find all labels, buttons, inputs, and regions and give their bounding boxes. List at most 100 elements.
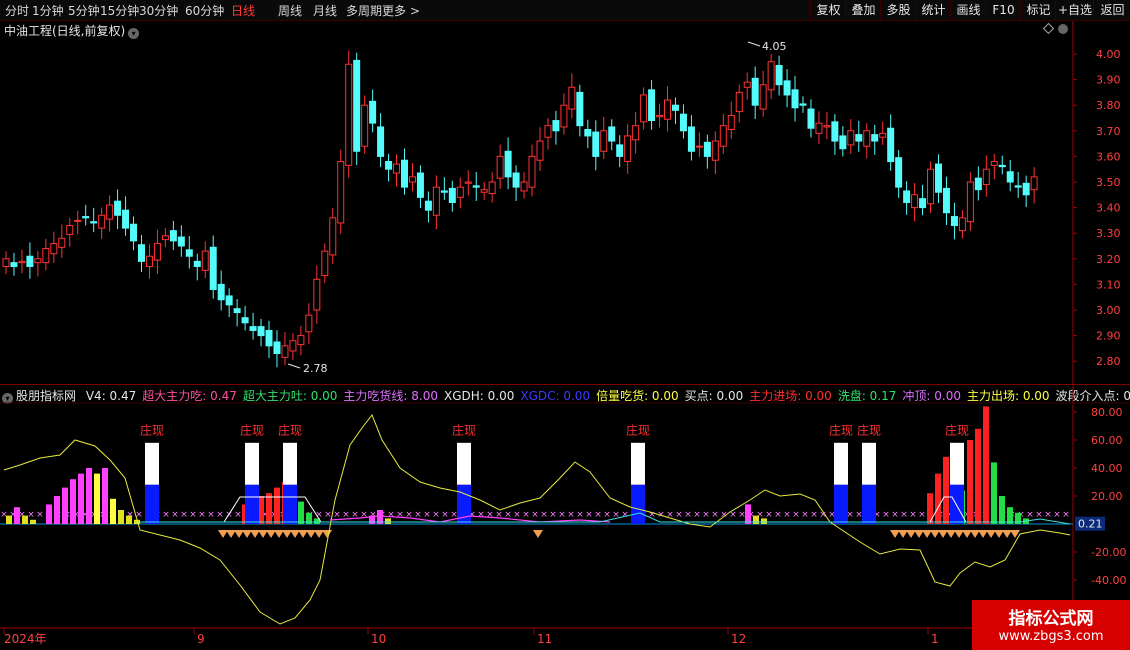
candle-body [942,187,950,214]
candle-body [416,172,424,198]
current-value-label: 0.21 [1078,518,1103,531]
dot-marker: × [234,510,242,520]
candle-body [161,235,169,241]
dot-marker: × [792,510,800,520]
indicator-bar [22,515,28,524]
dot-marker: × [675,510,683,520]
diamond-marker [922,530,932,538]
dot-marker: × [216,510,224,520]
dot-marker: × [540,510,548,520]
marker-white-bar [283,442,297,485]
candle-body [783,80,791,96]
dot-marker: × [333,510,341,520]
watermark-line2: www.zbgs3.com [998,629,1104,644]
candle-body [369,100,377,124]
dot-marker: × [198,510,206,520]
indicator-tick-label: 40.00 [1091,462,1123,475]
candle-body [313,278,321,311]
candle-body [600,130,608,152]
dot-marker: × [207,510,215,520]
price-tick-label: 3.10 [1096,278,1121,291]
candle-body [823,125,831,128]
candle-body [624,135,632,163]
candle-body [919,198,927,209]
candle-body [209,246,217,291]
candle-body [265,329,273,347]
dot-marker: × [918,510,926,520]
candle-body [1014,185,1022,188]
indicator-bar [274,487,280,524]
candle-body [130,223,138,242]
diamond-marker [234,530,244,538]
kline-chart[interactable]: 4.00 3.90 3.80 3.70 3.60 3.50 3.40 3.30 3.20 3.10… [0,0,1130,650]
diamond-marker [978,530,988,538]
candle-body [329,217,337,256]
price-tick-label: 3.80 [1096,99,1121,112]
price-tick-label: 3.20 [1096,253,1121,266]
date-label: 11 [537,632,552,646]
marker-white-bar [457,442,471,485]
candle-body [1030,176,1038,191]
dot-marker: × [774,510,782,520]
price-tick-label: 3.90 [1096,74,1121,87]
candle-body [632,125,640,141]
candle-body [18,260,26,264]
marker-blue-bar [631,484,645,524]
candle-body [10,262,18,267]
candle-body [448,187,456,203]
dot-marker: × [531,510,539,520]
candle-body [775,65,783,86]
low-pointer [287,363,301,369]
candle-body [927,168,935,205]
marker-blue-bar [283,484,297,524]
diamond-marker [946,530,956,538]
dot-marker: × [855,510,863,520]
candle-body [903,190,911,203]
candle-body [584,129,592,137]
indicator-bar [991,462,997,524]
candle-body [74,219,82,222]
indicator-bar [6,515,12,524]
marker-label: 庄现 [945,422,969,437]
candle-body [855,134,863,142]
dot-marker: × [1053,510,1061,520]
diamond-marker [533,530,543,538]
marker-white-bar [145,442,159,485]
candle-body [217,283,225,301]
candle-body [998,164,1006,168]
candle-body [114,200,122,216]
diamond-marker [890,530,900,538]
dot-marker: × [423,510,431,520]
dot-marker: × [585,510,593,520]
candle-body [751,77,759,106]
indicator-bar [54,496,60,524]
candle-body [98,214,106,229]
candle-body [201,250,209,271]
candle-body [743,81,751,88]
candle-body [241,317,249,324]
dot-marker: × [684,510,692,520]
indicator-bar [943,456,949,524]
low-label: 2.78 [303,362,328,375]
indicator-bar [14,507,20,524]
indicator-bar [761,518,767,524]
candle-body [1006,171,1014,183]
indicator-bar [30,519,36,524]
date-label: 10 [371,632,386,646]
candle-body [512,172,520,188]
candle-body [66,225,74,235]
dot-marker: × [36,510,44,520]
candle-body [361,104,369,147]
dot-marker: × [711,510,719,520]
candle-body [257,326,265,337]
indicator-bar [70,479,76,524]
candle-body [863,130,871,147]
candle-body [911,194,919,209]
diamond-marker [218,530,228,538]
diamond-marker [306,530,316,538]
dot-marker: × [432,510,440,520]
candle-body [839,135,847,150]
indicator-bar [102,468,108,524]
marker-white-bar [950,442,964,485]
candle-body [393,163,401,174]
